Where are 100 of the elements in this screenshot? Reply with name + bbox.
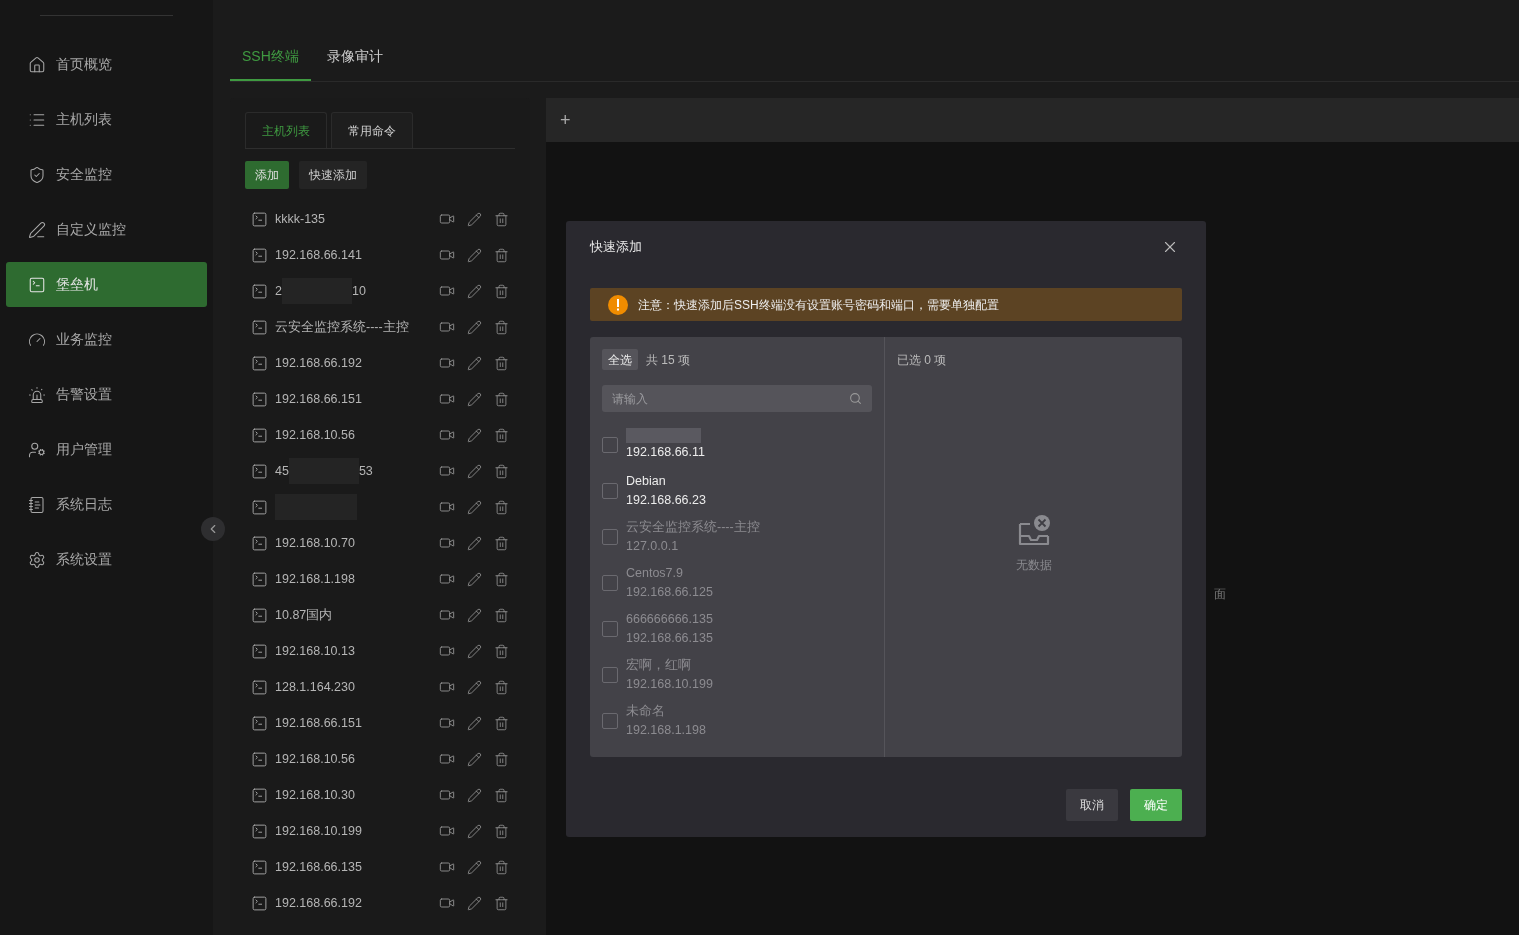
nav-item[interactable]: 堡垒机 — [6, 262, 207, 307]
host-name[interactable]: 192.168.66.151 — [275, 389, 362, 409]
trash-icon[interactable] — [494, 643, 509, 659]
video-icon[interactable] — [439, 211, 455, 227]
edit-icon[interactable] — [467, 211, 482, 227]
nav-item[interactable]: 告警设置 — [6, 372, 207, 417]
checkbox[interactable] — [602, 437, 618, 453]
host-name[interactable]: 2 — [275, 281, 282, 301]
trash-icon[interactable] — [494, 283, 509, 299]
edit-icon[interactable] — [467, 499, 482, 515]
video-icon[interactable] — [439, 607, 455, 623]
host-name[interactable]: 10 — [351, 281, 366, 301]
host-name[interactable]: 192.168.10.56 — [275, 749, 355, 769]
video-icon[interactable] — [439, 643, 455, 659]
video-icon[interactable] — [439, 715, 455, 731]
video-icon[interactable] — [439, 427, 455, 443]
trash-icon[interactable] — [494, 319, 509, 335]
trash-icon[interactable] — [494, 715, 509, 731]
host-name[interactable]: kkkk-135 — [275, 209, 326, 229]
trash-icon[interactable] — [494, 787, 509, 803]
nav-item[interactable]: 系统设置 — [6, 537, 207, 582]
edit-icon[interactable] — [467, 895, 482, 911]
video-icon[interactable] — [439, 535, 455, 551]
host-name[interactable]: 128.1.164.230 — [275, 677, 355, 697]
host-name[interactable]: 192.168.10.56 — [275, 425, 355, 445]
host-name[interactable]: 192.168.66.192 — [275, 353, 362, 373]
nav-item[interactable]: 主机列表 — [6, 97, 207, 142]
panel-tab[interactable]: 主机列表 — [245, 112, 327, 148]
trash-icon[interactable] — [494, 427, 509, 443]
host-name[interactable]: 53 — [358, 461, 373, 481]
edit-icon[interactable] — [467, 823, 482, 839]
main-tab[interactable]: 录像审计 — [314, 33, 395, 81]
host-name[interactable]: 192.168.10.30 — [275, 785, 355, 805]
nav-item[interactable]: 系统日志 — [6, 482, 207, 527]
video-icon[interactable] — [439, 571, 455, 587]
edit-icon[interactable] — [467, 283, 482, 299]
video-icon[interactable] — [439, 319, 455, 335]
edit-icon[interactable] — [467, 535, 482, 551]
trash-icon[interactable] — [494, 355, 509, 371]
video-icon[interactable] — [439, 679, 455, 695]
edit-icon[interactable] — [467, 355, 482, 371]
nav-item[interactable]: 业务监控 — [6, 317, 207, 362]
edit-icon[interactable] — [467, 643, 482, 659]
video-icon[interactable] — [439, 859, 455, 875]
trash-icon[interactable] — [494, 211, 509, 227]
host-name[interactable]: 192.168.66.151 — [275, 713, 362, 733]
nav-item[interactable]: 用户管理 — [6, 427, 207, 472]
video-icon[interactable] — [439, 787, 455, 803]
cancel-button[interactable]: 取消 — [1066, 789, 1118, 821]
quick-add-button[interactable]: 快速添加 — [299, 161, 367, 189]
nav-item[interactable]: 安全监控 — [6, 152, 207, 197]
video-icon[interactable] — [439, 751, 455, 767]
video-icon[interactable] — [439, 283, 455, 299]
trash-icon[interactable] — [494, 499, 509, 515]
host-name[interactable]: 192.168.66.141 — [275, 245, 362, 265]
host-name[interactable]: 192.168.10.199 — [275, 821, 362, 841]
host-name[interactable]: 192.168.10.70 — [275, 533, 355, 553]
host-name[interactable]: 192.168.66.135 — [275, 857, 362, 877]
edit-icon[interactable] — [467, 247, 482, 263]
host-name[interactable]: 10.87国内 — [275, 605, 333, 625]
trash-icon[interactable] — [494, 823, 509, 839]
video-icon[interactable] — [439, 823, 455, 839]
edit-icon[interactable] — [467, 607, 482, 623]
video-icon[interactable] — [439, 463, 455, 479]
edit-icon[interactable] — [467, 463, 482, 479]
edit-icon[interactable] — [467, 319, 482, 335]
edit-icon[interactable] — [467, 427, 482, 443]
edit-icon[interactable] — [467, 391, 482, 407]
host-name[interactable]: 192.168.66.192 — [275, 893, 362, 913]
trash-icon[interactable] — [494, 571, 509, 587]
edit-icon[interactable] — [467, 571, 482, 587]
collapse-button[interactable] — [201, 517, 225, 541]
video-icon[interactable] — [439, 391, 455, 407]
video-icon[interactable] — [439, 499, 455, 515]
host-name[interactable]: 192.168.1.198 — [275, 569, 355, 589]
trash-icon[interactable] — [494, 535, 509, 551]
host-name[interactable]: 192.168.10.13 — [275, 641, 355, 661]
main-tab[interactable]: SSH终端 — [230, 33, 311, 81]
trash-icon[interactable] — [494, 751, 509, 767]
nav-item[interactable]: 首页概览 — [6, 42, 207, 87]
host-name[interactable]: 云安全监控系统----主控 — [275, 317, 409, 337]
trash-icon[interactable] — [494, 859, 509, 875]
trash-icon[interactable] — [494, 391, 509, 407]
trash-icon[interactable] — [494, 679, 509, 695]
trash-icon[interactable] — [494, 895, 509, 911]
checkbox[interactable] — [602, 483, 618, 499]
nav-item[interactable]: 自定义监控 — [6, 207, 207, 252]
edit-icon[interactable] — [467, 679, 482, 695]
video-icon[interactable] — [439, 247, 455, 263]
video-icon[interactable] — [439, 895, 455, 911]
edit-icon[interactable] — [467, 715, 482, 731]
edit-icon[interactable] — [467, 751, 482, 767]
select-all-button[interactable]: 全选 — [602, 349, 638, 370]
host-name[interactable]: 45 — [275, 461, 289, 481]
video-icon[interactable] — [439, 355, 455, 371]
trash-icon[interactable] — [494, 463, 509, 479]
edit-icon[interactable] — [467, 859, 482, 875]
add-button[interactable]: 添加 — [245, 161, 289, 189]
panel-tab[interactable]: 常用命令 — [331, 112, 413, 148]
add-tab-button[interactable]: + — [560, 106, 571, 134]
